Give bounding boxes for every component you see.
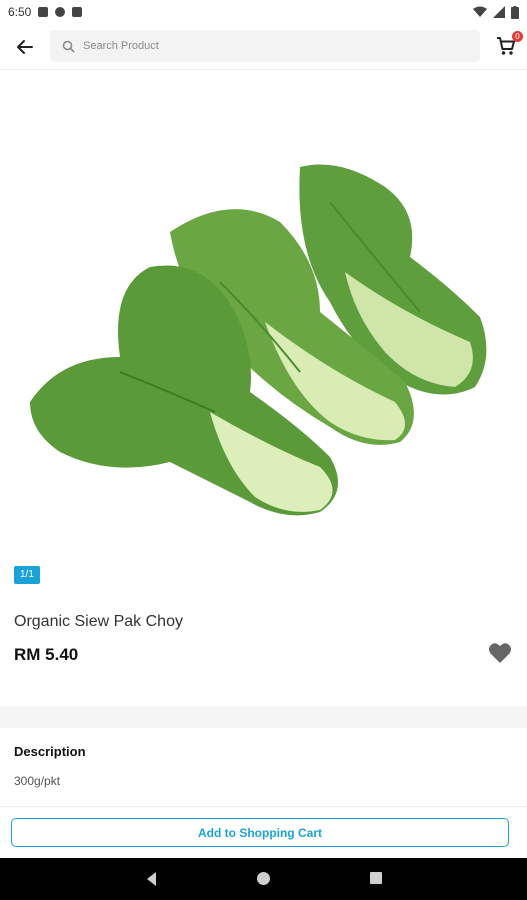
section-divider <box>0 706 527 728</box>
cart-button[interactable]: 0 <box>494 31 523 60</box>
cart-count-badge: 0 <box>512 31 523 42</box>
status-bar: 6:50 <box>0 0 527 24</box>
product-image[interactable] <box>0 72 527 552</box>
nav-back-icon[interactable] <box>144 871 160 887</box>
back-button[interactable] <box>12 34 38 60</box>
battery-icon <box>511 5 519 19</box>
product-name: Organic Siew Pak Choy <box>14 613 183 630</box>
bottom-divider <box>0 806 527 807</box>
description-text: 300g/pkt <box>14 774 61 788</box>
add-to-cart-label: Add to Shopping Cart <box>198 825 322 840</box>
nav-recents-icon[interactable] <box>370 872 382 884</box>
search-placeholder: Search Product <box>83 40 159 52</box>
product-price: RM 5.40 <box>14 645 79 664</box>
favorite-button[interactable] <box>488 642 514 666</box>
notification-icon <box>55 7 66 17</box>
status-time: 6:50 <box>8 5 32 19</box>
search-icon <box>62 40 75 53</box>
pak-choy-image <box>30 164 487 516</box>
system-navigation-bar <box>0 858 527 900</box>
add-to-cart-button[interactable]: Add to Shopping Cart <box>11 818 509 847</box>
search-input[interactable]: Search Product <box>50 30 480 62</box>
wifi-icon <box>473 6 487 17</box>
signal-icon <box>493 6 505 18</box>
image-pager-badge: 1/1 <box>14 566 40 584</box>
notification-icon <box>38 7 49 17</box>
nav-home-icon[interactable] <box>257 872 270 885</box>
sd-card-icon <box>72 7 83 17</box>
description-title: Description <box>14 744 86 759</box>
heart-icon <box>489 643 511 663</box>
arrow-left-icon <box>17 40 33 54</box>
top-bar: Search Product 0 <box>0 26 527 70</box>
